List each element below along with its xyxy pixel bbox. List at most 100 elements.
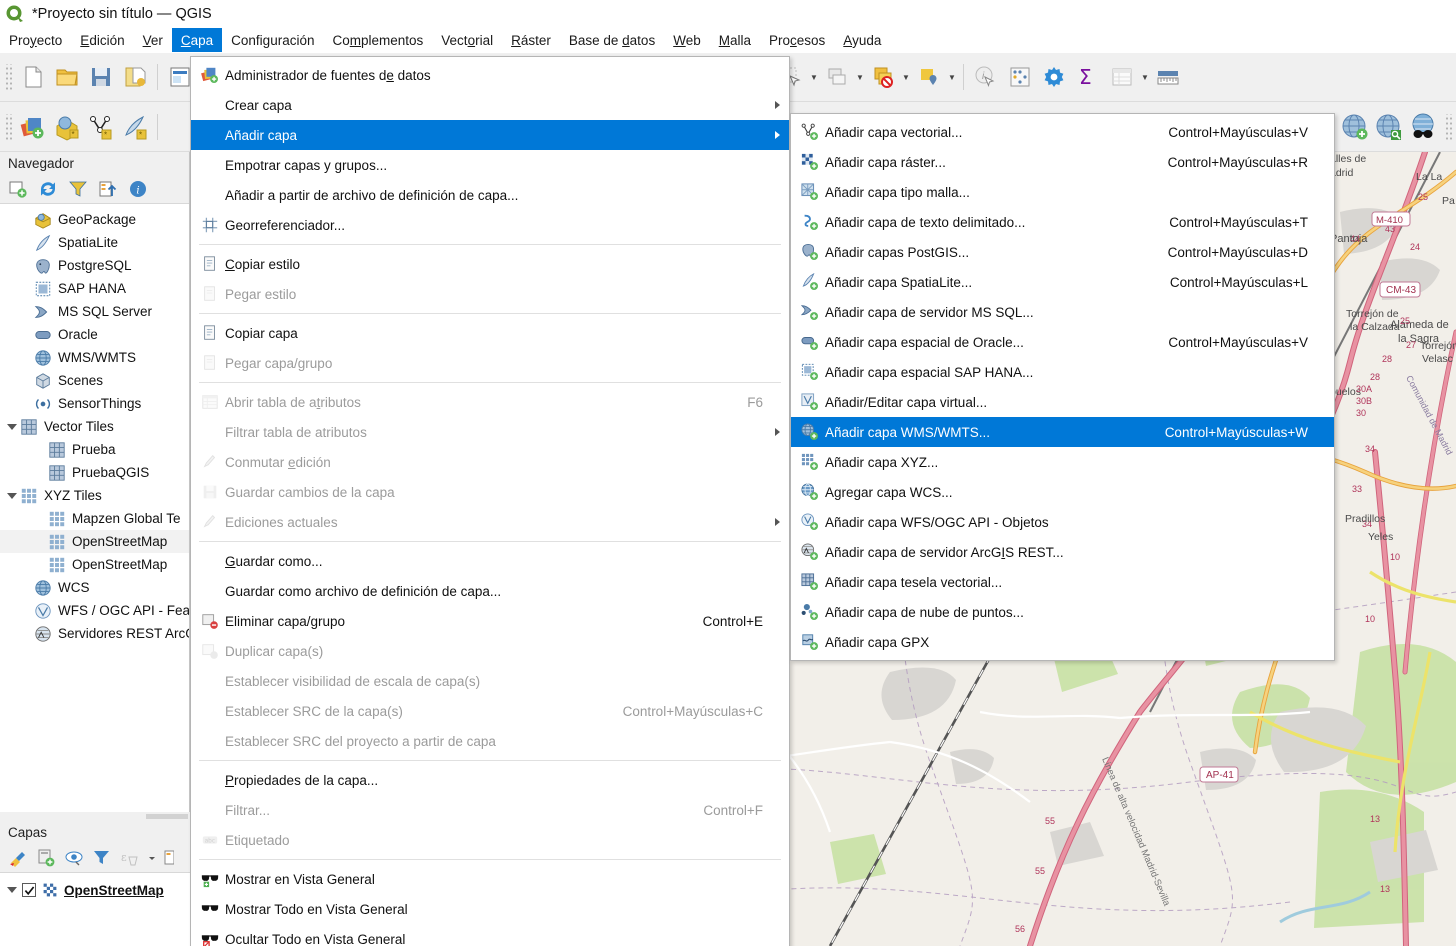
menu-item-ocultar-todo-en-vista-general[interactable]: Ocultar Todo en Vista General — [191, 924, 789, 946]
menu-item-empotrar-capas-y-grupos[interactable]: Empotrar capas y grupos... — [191, 150, 789, 180]
toolbar-grip[interactable] — [1444, 113, 1452, 140]
menu-item-mostrar-todo-en-vista-general[interactable]: Mostrar Todo en Vista General — [191, 894, 789, 924]
navigator-item-pruebaqgis[interactable]: PruebaQGIS — [0, 461, 189, 484]
add-wcs-layer-icon[interactable] — [1372, 110, 1406, 144]
metasearch-icon[interactable] — [1406, 110, 1440, 144]
chevron-down-icon[interactable]: ▼ — [946, 60, 958, 94]
menu-item-georreferenciador[interactable]: Georreferenciador... — [191, 210, 789, 240]
deselect-icon[interactable] — [820, 60, 854, 94]
navigator-item-openstreetmap[interactable]: OpenStreetMap — [0, 553, 189, 576]
menu-item-administrador-de-fuentes-de-datos[interactable]: Administrador de fuentes de datos — [191, 60, 789, 90]
menu-item-añadir-editar-capa-virtual[interactable]: Añadir/Editar capa virtual... — [791, 387, 1334, 417]
menu-configuracion[interactable]: Configuración — [222, 28, 323, 52]
menu-item-copiar-estilo[interactable]: Copiar estilo — [191, 249, 789, 279]
refresh-icon[interactable] — [38, 179, 58, 199]
sum-icon[interactable]: Σ — [1071, 60, 1105, 94]
menu-item-copiar-capa[interactable]: Copiar capa — [191, 318, 789, 348]
menu-base-de-datos[interactable]: Base de datos — [560, 28, 664, 52]
add-geopackage-layer-icon[interactable]: * — [50, 110, 84, 144]
chevron-down-icon[interactable]: ▼ — [1139, 60, 1151, 94]
menu-item-añadir-capa-vectorial[interactable]: Añadir capa vectorial... Control+Mayúscul… — [791, 117, 1334, 147]
navigator-item-openstreetmap[interactable]: OpenStreetMap — [0, 530, 189, 553]
toolbar-grip[interactable] — [4, 64, 12, 90]
menu-item-eliminar-capa-grupo[interactable]: Eliminar capa/grupo Control+E — [191, 606, 789, 636]
navigator-item-scenes[interactable]: Scenes — [0, 369, 189, 392]
navigator-item-wms-wmts[interactable]: WMS/WMTS — [0, 346, 189, 369]
navigator-item-wfs-ogc-api-fea[interactable]: WFS / OGC API - Fea — [0, 599, 189, 622]
menu-item-añadir-capa-wms-wmts[interactable]: Añadir capa WMS/WMTS... Control+Mayúscula… — [791, 417, 1334, 447]
expand-all-icon[interactable] — [164, 848, 174, 868]
save-project-as-icon[interactable] — [118, 60, 152, 94]
menu-proyecto[interactable]: Proyecto — [0, 28, 71, 52]
chevron-down-icon[interactable]: ▼ — [854, 60, 866, 94]
menu-vectorial[interactable]: Vectorial — [432, 28, 502, 52]
menu-item-crear-capa[interactable]: Crear capa — [191, 90, 789, 120]
menu-item-añadir-capa-de-nube-de-puntos[interactable]: Añadir capa de nube de puntos... — [791, 597, 1334, 627]
add-wms-layer-icon[interactable] — [1338, 110, 1372, 144]
open-layer-styling-panel-icon[interactable] — [8, 848, 28, 868]
attribute-table-icon[interactable] — [1105, 60, 1139, 94]
menu-item-añadir-capa-de-servidor-ms-sql[interactable]: Añadir capa de servidor MS SQL... — [791, 297, 1334, 327]
add-spatialite-layer-icon[interactable]: * — [118, 110, 152, 144]
filter-browser-icon[interactable] — [68, 179, 88, 199]
chevron-down-icon[interactable] — [4, 419, 20, 435]
save-project-icon[interactable] — [84, 60, 118, 94]
navigator-item-vector-tiles[interactable]: Vector Tiles — [0, 415, 189, 438]
statistics-icon[interactable] — [1003, 60, 1037, 94]
menu-item-añadir-capa-ráster[interactable]: Añadir capa ráster... Control+Mayúsculas+… — [791, 147, 1334, 177]
filter-legend-icon[interactable] — [92, 848, 112, 868]
menu-item-añadir-capa-wfs-ogc-api-objetos[interactable]: Añadir capa WFS/OGC API - Objetos — [791, 507, 1334, 537]
identify-features-icon[interactable]: i — [969, 60, 1003, 94]
menu-item-añadir-capas-postgis[interactable]: Añadir capas PostGIS... Control+Mayúscula… — [791, 237, 1334, 267]
menu-edicion[interactable]: Edición — [71, 28, 133, 52]
menu-item-añadir-capa-tesela-vectorial[interactable]: Añadir capa tesela vectorial... — [791, 567, 1334, 597]
navigator-item-oracle[interactable]: Oracle — [0, 323, 189, 346]
menu-malla[interactable]: Malla — [710, 28, 760, 52]
navigator-item-ms-sql-server[interactable]: MS SQL Server — [0, 300, 189, 323]
options-icon[interactable] — [1037, 60, 1071, 94]
menu-item-añadir-capa-gpx[interactable]: Añadir capa GPX — [791, 627, 1334, 657]
menu-item-agregar-capa-wcs[interactable]: Agregar capa WCS... — [791, 477, 1334, 507]
menu-item-mostrar-en-vista-general[interactable]: Mostrar en Vista General — [191, 864, 789, 894]
chevron-down-icon[interactable]: ▼ — [808, 60, 820, 94]
expression-filter-icon[interactable]: ε — [120, 848, 140, 868]
add-layer-submenu[interactable]: Añadir capa vectorial... Control+Mayúscul… — [790, 113, 1335, 661]
add-group-icon[interactable] — [36, 848, 56, 868]
menu-item-añadir-capa-tipo-malla[interactable]: Añadir capa tipo malla... — [791, 177, 1334, 207]
menu-item-añadir-capa-espacial-de-oracle[interactable]: Añadir capa espacial de Oracle... Control… — [791, 327, 1334, 357]
menu-item-añadir-capa[interactable]: Añadir capa — [191, 120, 789, 150]
menu-item-añadir-capa-xyz[interactable]: Añadir capa XYZ... — [791, 447, 1334, 477]
new-project-icon[interactable] — [16, 60, 50, 94]
navigator-item-servidores-rest-arcg[interactable]: Servidores REST ArcG — [0, 622, 189, 645]
menu-web[interactable]: Web — [664, 28, 710, 52]
chevron-down-icon[interactable] — [4, 488, 20, 504]
menu-item-guardar-como-archivo-de-definición-de-capa[interactable]: Guardar como archivo de definición de ca… — [191, 576, 789, 606]
chevron-down-icon[interactable] — [148, 848, 156, 868]
manage-layer-visibility-icon[interactable] — [64, 848, 84, 868]
navigator-item-wcs[interactable]: WCS — [0, 576, 189, 599]
capa-menu[interactable]: Administrador de fuentes de datos Crear c… — [190, 56, 790, 946]
menu-complementos[interactable]: Complementos — [323, 28, 432, 52]
measure-ruler-icon[interactable] — [1151, 60, 1185, 94]
navigator-item-geopackage[interactable]: GeoPackage — [0, 208, 189, 231]
layers-tree[interactable]: OpenStreetMap — [0, 873, 190, 902]
select-by-location-icon[interactable] — [912, 60, 946, 94]
menu-item-añadir-a-partir-de-archivo-de-definición-de-capa[interactable]: Añadir a partir de archivo de definición… — [191, 180, 789, 210]
menu-raster[interactable]: Ráster — [502, 28, 560, 52]
layer-row[interactable]: OpenStreetMap — [0, 878, 190, 902]
layer-visibility-checkbox[interactable] — [22, 883, 36, 897]
menu-item-añadir-capa-de-texto-delimitado[interactable]: Añadir capa de texto delimitado... Contro… — [791, 207, 1334, 237]
navigator-item-spatialite[interactable]: SpatiaLite — [0, 231, 189, 254]
navigator-item-postgresql[interactable]: PostgreSQL — [0, 254, 189, 277]
menu-item-añadir-capa-espacial-sap-hana[interactable]: Añadir capa espacial SAP HANA... — [791, 357, 1334, 387]
add-layer-icon[interactable] — [8, 179, 28, 199]
menu-item-guardar-como[interactable]: Guardar como... — [191, 546, 789, 576]
navigator-item-sensorthings[interactable]: SensorThings — [0, 392, 189, 415]
data-source-manager-icon[interactable] — [16, 110, 50, 144]
menu-ver[interactable]: Ver — [134, 28, 172, 52]
navigator-hscrollbar[interactable] — [0, 812, 190, 821]
menu-item-propiedades-de-la-capa[interactable]: Propiedades de la capa... — [191, 765, 789, 795]
chevron-down-icon[interactable]: ▼ — [900, 60, 912, 94]
navigator-item-sap-hana[interactable]: SAP HANA — [0, 277, 189, 300]
menu-procesos[interactable]: Procesos — [760, 28, 834, 52]
